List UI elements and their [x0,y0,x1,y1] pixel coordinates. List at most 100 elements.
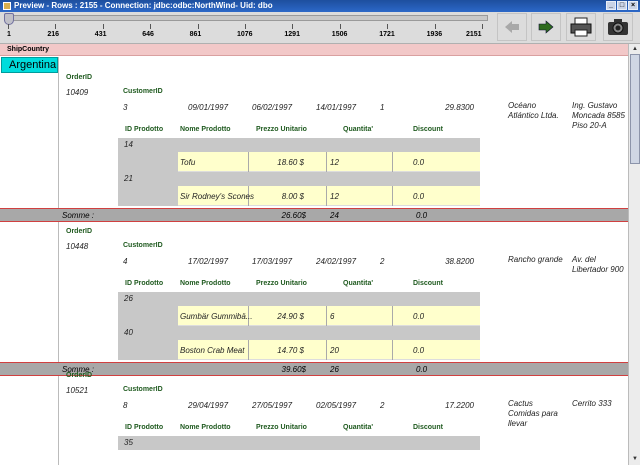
scrollbar-thumb[interactable] [630,54,640,164]
header-unit-price: Prezzo Unitario [256,126,307,133]
ruler-tick [55,24,57,29]
order-id-label: OrderID [66,74,93,81]
ruler-tick-label: 646 [142,31,154,38]
window-title: Preview - Rows : 2155 - Connection: jdbc… [14,1,273,10]
ruler-tick [387,24,389,29]
summary-quantity: 24 [330,211,339,220]
header-quantity: Quantita' [343,126,374,133]
product-name: Sir Rodney's Scones [180,192,255,201]
detail-id-band [118,172,480,186]
scroll-up-icon[interactable]: ▲ [630,45,640,54]
report-preview: ShipCountry Argentina OrderID 10409 Custom… [0,44,628,465]
employee-id: 3 [123,103,128,112]
header-product-id: ID Prodotto [125,126,164,133]
detail-col-divider [392,152,393,172]
ruler-tick-label: 1291 [284,31,300,38]
order-date: 09/01/1997 [188,103,229,112]
quantity: 6 [330,312,335,321]
ruler-tick [339,24,341,29]
detail-col-divider [392,340,393,360]
forward-button[interactable] [531,13,561,41]
ruler-tick-label: 1936 [426,31,443,38]
freight: 17.2200 [445,401,474,410]
print-button[interactable] [566,13,596,41]
discount: 0.0 [413,346,425,355]
close-button[interactable]: × [628,1,638,10]
vertical-scrollbar[interactable]: ▲ ▼ [628,44,640,465]
order-id-label: OrderID [66,228,93,235]
discount: 0.0 [413,192,425,201]
shipped-date: 14/01/1997 [316,103,357,112]
header-product-id: ID Prodotto [125,280,164,287]
group-label: ShipCountry [7,46,49,53]
detail-id-band [118,138,480,152]
quantity: 20 [330,346,339,355]
header-discount: Discount [413,424,443,431]
app-icon [3,2,11,10]
ship-name: Cactus Comidas para llevar [508,399,558,428]
unit-price: 14.70 $ [277,346,304,355]
detail-col-divider [326,306,327,326]
freight: 29.8300 [445,103,474,112]
group-value: Argentina [9,59,57,71]
product-id: 40 [124,328,133,337]
group-header-bar: ShipCountry [0,44,628,56]
minimize-button[interactable]: _ [606,1,616,10]
required-date: 17/03/1997 [252,257,293,266]
header-discount: Discount [413,280,443,287]
header-unit-price: Prezzo Unitario [256,424,307,431]
ruler-tick [102,24,104,29]
ruler-tick-label: 216 [47,31,60,38]
toolbar: 1 216 431 646 861 1076 1291 1506 1721 1936 2151 [0,12,640,44]
order-id: 10409 [66,88,89,97]
back-button[interactable] [497,13,527,41]
ruler-tick-label: 861 [189,31,202,38]
ruler-tick-label: 431 [94,31,107,38]
order-id: 10521 [66,386,89,395]
detail-col-divider [326,186,327,206]
ship-via: 2 [380,401,385,410]
detail-col-divider [392,306,393,326]
order-id: 10448 [66,242,89,251]
snapshot-button[interactable] [603,13,633,41]
printer-icon [570,17,592,37]
unit-price: 18.60 $ [277,158,304,167]
ship-name: Rancho grande [508,255,563,264]
header-product-name: Nome Prodotto [180,126,231,133]
product-name: Gumbär Gummibä... [180,312,253,321]
shipped-date: 02/05/1997 [316,401,357,410]
detail-row [178,152,480,172]
group-divider [58,57,59,465]
order-date: 17/02/1997 [188,257,229,266]
detail-id-band [118,326,480,340]
row-slider-track[interactable] [4,15,488,21]
ruler-tick-label: 1076 [237,31,253,38]
ship-name: Océano Atlántico Ltda. [508,101,559,120]
ruler-tick [245,24,246,29]
scroll-down-icon[interactable]: ▼ [630,455,640,464]
ruler-tick-label: 1721 [379,31,395,38]
summary-quantity: 26 [330,365,339,374]
summary-discount: 0.0 [416,365,428,374]
detail-gap [118,152,178,172]
discount: 0.0 [413,158,425,167]
unit-price: 24.90 $ [277,312,304,321]
shipped-date: 24/02/1997 [316,257,357,266]
summary-label: Somme : [62,211,95,220]
group-value-cell: Argentina [1,57,58,73]
header-product-id: ID Prodotto [125,424,164,431]
ship-via: 2 [380,257,385,266]
product-id: 26 [124,294,133,303]
maximize-button[interactable]: □ [617,1,627,10]
required-date: 06/02/1997 [252,103,293,112]
ruler-tick-label: 1506 [331,31,348,38]
detail-col-divider [248,152,249,172]
row-slider-thumb[interactable] [4,13,14,25]
ship-address: Av. del Libertador 900 [572,255,624,274]
header-unit-price: Prezzo Unitario [256,280,307,287]
employee-id: 8 [123,401,128,410]
quantity: 12 [330,158,339,167]
header-quantity: Quantita' [343,424,374,431]
customer-id-label: CustomerID [123,242,163,249]
product-id: 14 [124,140,133,149]
